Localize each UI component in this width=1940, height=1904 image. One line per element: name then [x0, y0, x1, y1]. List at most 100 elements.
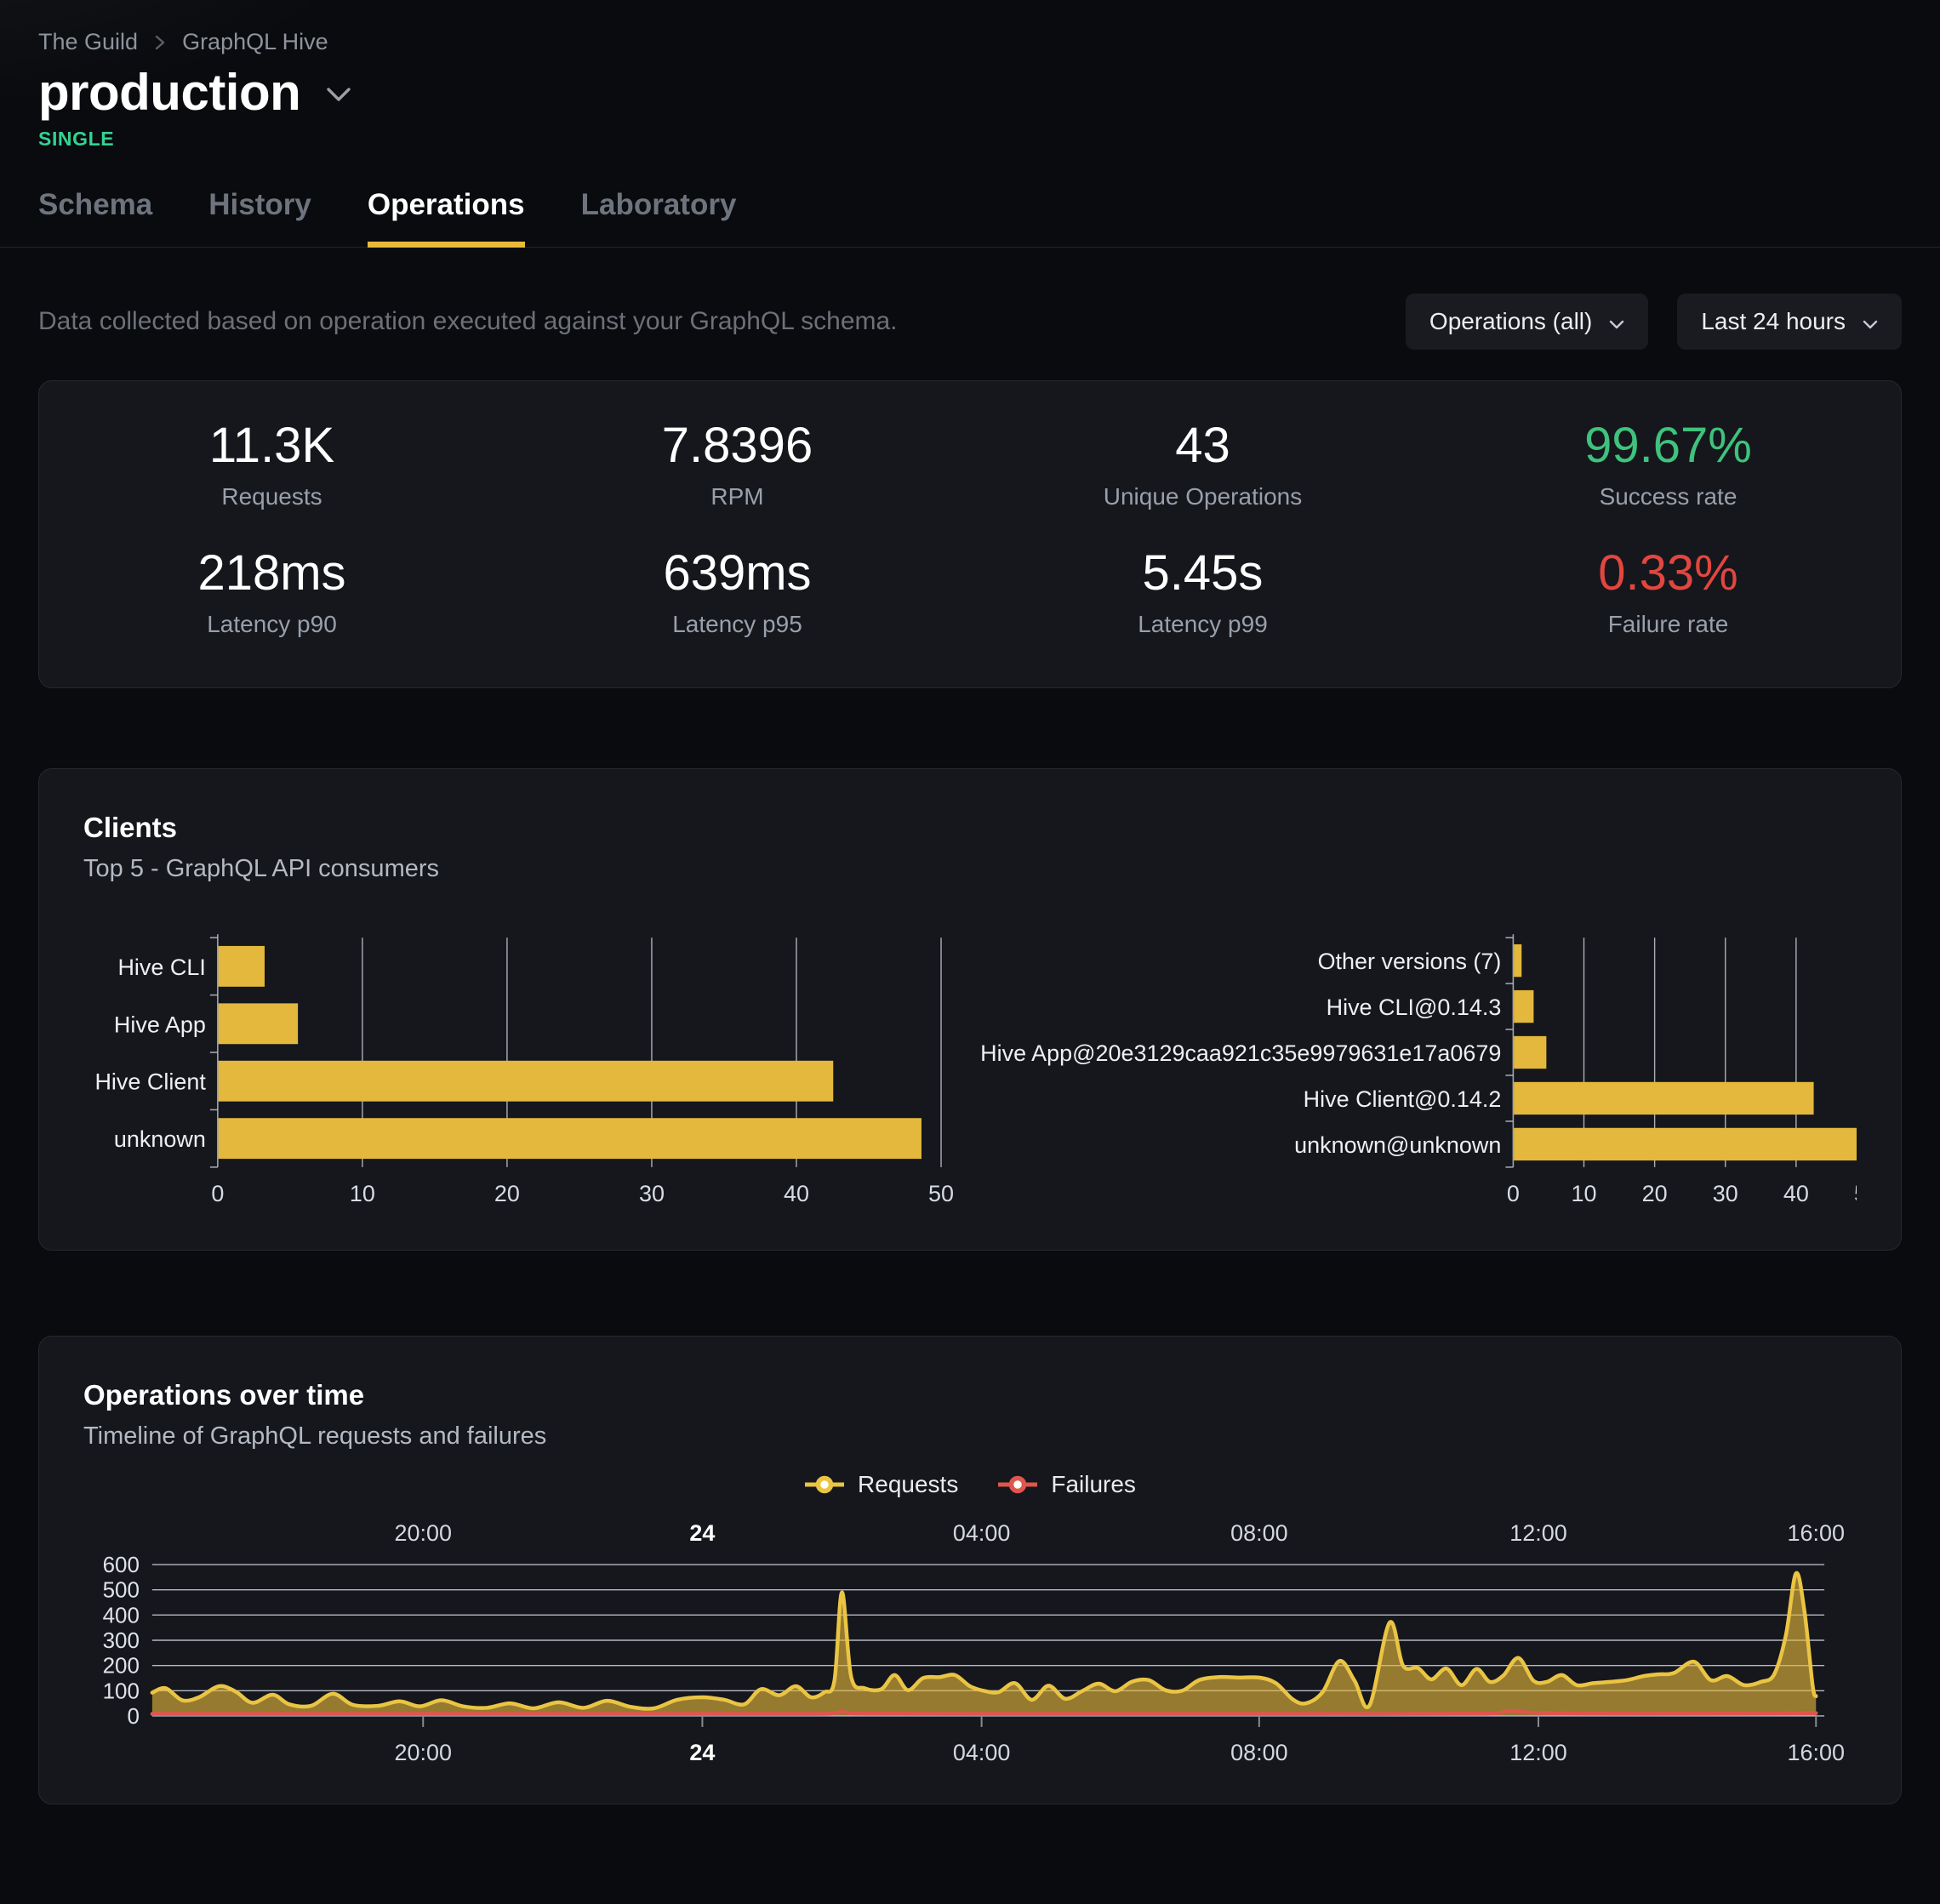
svg-text:16:00: 16:00 — [1788, 1520, 1846, 1546]
svg-text:20:00: 20:00 — [394, 1740, 452, 1765]
operations-over-time-panel: Operations over time Timeline of GraphQL… — [38, 1336, 1902, 1804]
svg-text:unknown@unknown: unknown@unknown — [1294, 1132, 1501, 1158]
svg-text:Hive CLI: Hive CLI — [117, 955, 205, 980]
svg-text:20:00: 20:00 — [394, 1520, 452, 1546]
time-range-label: Last 24 hours — [1701, 308, 1846, 335]
svg-text:24: 24 — [689, 1740, 715, 1765]
stat-value: 99.67% — [1435, 420, 1901, 472]
clients-panel-title: Clients — [83, 812, 1857, 844]
legend-label: Requests — [858, 1471, 958, 1498]
stat-label: Success rate — [1435, 483, 1901, 510]
legend-label: Failures — [1051, 1471, 1136, 1498]
svg-text:100: 100 — [103, 1678, 140, 1703]
stat-value: 218ms — [39, 548, 505, 600]
svg-text:12:00: 12:00 — [1509, 1740, 1567, 1765]
stat-value: 43 — [970, 420, 1435, 472]
stat-value: 0.33% — [1435, 548, 1901, 600]
ops-panel-subtitle: Timeline of GraphQL requests and failure… — [83, 1422, 1857, 1451]
tab-bar: Schema History Operations Laboratory — [0, 188, 1940, 248]
svg-text:10: 10 — [350, 1181, 375, 1206]
stat-latency-p99: 5.45s Latency p99 — [970, 548, 1435, 638]
stat-value: 11.3K — [39, 420, 505, 472]
stat-label: Unique Operations — [970, 483, 1435, 510]
svg-text:08:00: 08:00 — [1230, 1740, 1287, 1765]
svg-text:500: 500 — [103, 1576, 140, 1602]
ops-panel-title: Operations over time — [83, 1379, 1857, 1411]
svg-text:Other versions (7): Other versions (7) — [1318, 949, 1502, 974]
clients-charts-row: Hive CLI Hive App Hive Client unknown 0 10 20 3… — [83, 927, 1857, 1212]
stat-label: Requests — [39, 483, 505, 510]
stat-requests: 11.3K Requests — [39, 420, 505, 510]
breadcrumb: The Guild GraphQL Hive — [38, 29, 1902, 55]
stat-rpm: 7.8396 RPM — [505, 420, 970, 510]
legend-item-failures[interactable]: Failures — [997, 1471, 1136, 1498]
svg-text:40: 40 — [784, 1181, 809, 1206]
svg-text:50: 50 — [1854, 1181, 1857, 1206]
svg-text:40: 40 — [1783, 1181, 1809, 1206]
svg-text:30: 30 — [639, 1181, 665, 1206]
tab-history[interactable]: History — [208, 188, 311, 248]
tab-schema[interactable]: Schema — [38, 188, 152, 248]
clients-panel-subtitle: Top 5 - GraphQL API consumers — [83, 855, 1857, 883]
stats-summary-panel: 11.3K Requests 7.8396 RPM 43 Unique Oper… — [38, 380, 1902, 688]
chevron-right-icon — [153, 33, 167, 52]
operations-filter-dropdown[interactable]: Operations (all) — [1406, 294, 1648, 350]
operations-dashboard-page: The Guild GraphQL Hive production SINGLE… — [0, 0, 1940, 1904]
stat-value: 639ms — [505, 548, 970, 600]
svg-text:Hive App: Hive App — [114, 1012, 206, 1037]
toolbar: Data collected based on operation execut… — [38, 294, 1902, 350]
clients-panel: Clients Top 5 - GraphQL API consumers Hi… — [38, 768, 1902, 1251]
stat-label: Latency p95 — [505, 611, 970, 638]
svg-text:30: 30 — [1713, 1181, 1738, 1206]
svg-text:24: 24 — [689, 1520, 715, 1546]
failures-legend-marker-icon — [997, 1475, 1038, 1494]
stat-failure-rate: 0.33% Failure rate — [1435, 548, 1901, 638]
page-header: The Guild GraphQL Hive production SINGLE — [0, 0, 1940, 151]
operations-filter-label: Operations (all) — [1429, 308, 1592, 335]
svg-text:Hive CLI@0.14.3: Hive CLI@0.14.3 — [1327, 995, 1502, 1020]
svg-text:20: 20 — [1642, 1181, 1668, 1206]
svg-text:10: 10 — [1572, 1181, 1597, 1206]
chevron-down-icon — [1863, 308, 1878, 335]
stat-success-rate: 99.67% Success rate — [1435, 420, 1901, 510]
clients-bar-chart[interactable]: Hive CLIHive AppHive Clientunknown010203… — [83, 927, 970, 1212]
breadcrumb-org[interactable]: The Guild — [38, 29, 138, 55]
requests-legend-marker-icon — [804, 1475, 845, 1494]
chevron-down-icon[interactable] — [324, 86, 353, 107]
tab-operations[interactable]: Operations — [368, 188, 525, 248]
stat-label: Latency p99 — [970, 611, 1435, 638]
svg-text:200: 200 — [103, 1652, 140, 1678]
breadcrumb-project[interactable]: GraphQL Hive — [182, 29, 328, 55]
stat-latency-p90: 218ms Latency p90 — [39, 548, 505, 638]
svg-text:Hive Client: Hive Client — [94, 1069, 206, 1095]
filters: Operations (all) Last 24 hours — [1406, 294, 1902, 350]
svg-text:12:00: 12:00 — [1509, 1520, 1567, 1546]
target-type-badge: SINGLE — [38, 128, 1902, 151]
page-description: Data collected based on operation execut… — [38, 307, 898, 336]
svg-text:400: 400 — [103, 1602, 140, 1628]
timeline-legend: Requests Failures — [39, 1471, 1901, 1498]
timeline-chart[interactable]: 010020030040050060020:0020:00242404:0004… — [39, 1510, 1901, 1778]
stat-value: 7.8396 — [505, 420, 970, 472]
stat-latency-p95: 639ms Latency p95 — [505, 548, 970, 638]
svg-text:unknown: unknown — [114, 1126, 206, 1152]
svg-text:Hive Client@0.14.2: Hive Client@0.14.2 — [1304, 1086, 1502, 1112]
stat-label: RPM — [505, 483, 970, 510]
svg-text:600: 600 — [103, 1552, 140, 1577]
stat-value: 5.45s — [970, 548, 1435, 600]
svg-text:0: 0 — [127, 1703, 139, 1729]
chevron-down-icon — [1609, 308, 1624, 335]
clients-versions-bar-chart[interactable]: Other versions (7) Hive CLI@0.14.3 Hive Ap… — [970, 927, 1857, 1212]
svg-text:0: 0 — [1507, 1181, 1520, 1206]
stat-label: Failure rate — [1435, 611, 1901, 638]
tab-laboratory[interactable]: Laboratory — [581, 188, 737, 248]
stat-label: Latency p90 — [39, 611, 505, 638]
svg-text:08:00: 08:00 — [1230, 1520, 1287, 1546]
legend-item-requests[interactable]: Requests — [804, 1471, 958, 1498]
svg-text:04:00: 04:00 — [953, 1740, 1010, 1765]
svg-text:300: 300 — [103, 1628, 140, 1653]
svg-text:Hive App@20e3129caa921c35e9979: Hive App@20e3129caa921c35e9979631e17a067… — [980, 1040, 1501, 1066]
svg-text:20: 20 — [494, 1181, 520, 1206]
time-range-dropdown[interactable]: Last 24 hours — [1677, 294, 1902, 350]
svg-text:50: 50 — [928, 1181, 954, 1206]
